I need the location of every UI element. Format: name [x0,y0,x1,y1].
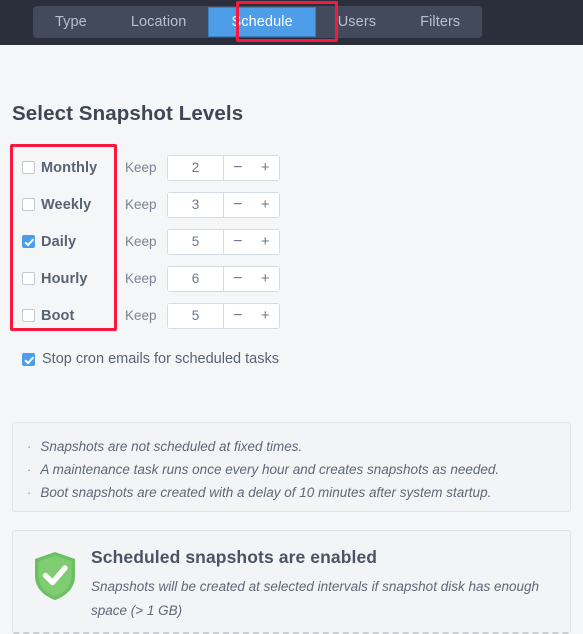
keep-increment-button-weekly[interactable]: + [251,192,279,217]
note-text: Boot snapshots are created with a delay … [40,485,492,500]
keep-value-monthly[interactable]: 2 [168,155,224,180]
checkbox-boot[interactable] [22,309,35,322]
keep-decrement-button-hourly[interactable]: − [224,266,252,291]
keep-decrement-button-daily[interactable]: − [224,229,252,254]
level-row: Monthly Keep 2− + [0,149,583,186]
tab-type[interactable]: Type [33,6,109,38]
tab-bar: Type Location Schedule Users Filters [0,0,583,42]
level-row: Boot Keep 5− + [0,297,583,334]
page-title: Select Snapshot Levels [12,102,244,125]
keep-stepper-daily: 5− + [167,228,280,255]
shield-check-icon [29,547,81,602]
note-text: A maintenance task runs once every hour … [40,462,500,477]
level-checkbox-row-daily[interactable]: Daily [22,234,76,250]
keep-label: Keep [125,271,157,286]
level-label-boot: Boot [41,307,75,324]
keep-decrement-button-boot[interactable]: − [224,303,252,328]
checkbox-hourly[interactable] [22,272,35,285]
tab-filters[interactable]: Filters [398,6,482,38]
keep-increment-button-monthly[interactable]: + [251,155,279,180]
level-label-daily: Daily [41,233,77,250]
keep-stepper-monthly: 2− + [167,154,280,181]
note-line: · A maintenance task runs once every hour… [27,458,556,481]
level-row: Daily Keep 5− + [0,223,583,260]
keep-decrement-button-monthly[interactable]: − [224,155,252,180]
keep-label: Keep [125,197,157,212]
keep-value-daily[interactable]: 5 [168,229,224,254]
keep-label: Keep [125,160,157,175]
header-underline [0,42,583,45]
checkbox-daily[interactable] [22,235,35,248]
level-row: Weekly Keep 3− + [0,186,583,223]
status-card: Scheduled snapshots are enabled Snapshot… [12,530,571,634]
checkbox-weekly[interactable] [22,198,35,211]
stop-cron-emails-label: Stop cron emails for scheduled tasks [42,351,279,367]
keep-label: Keep [125,308,157,323]
level-label-hourly: Hourly [41,270,88,287]
keep-value-hourly[interactable]: 6 [168,266,224,291]
level-label-weekly: Weekly [41,196,92,213]
stop-cron-emails-checkbox[interactable] [22,352,35,366]
keep-value-weekly[interactable]: 3 [168,192,224,217]
note-line: · Snapshots are not scheduled at fixed ti… [27,435,556,458]
level-checkbox-row-monthly[interactable]: Monthly [22,160,97,176]
note-line: · Boot snapshots are created with a delay… [27,481,556,504]
snapshot-levels-list: Monthly Keep 2− + Weekly Keep 3− + Daily Keep 5− + H… [0,149,583,334]
keep-increment-button-hourly[interactable]: + [251,266,279,291]
note-bullet-icon: · [27,439,32,454]
notes-card: · Snapshots are not scheduled at fixed ti… [12,422,571,512]
status-description: Snapshots will be created at selected in… [91,579,540,618]
tab-schedule[interactable]: Schedule [208,7,316,37]
keep-stepper-weekly: 3− + [167,191,280,218]
status-text-block: Scheduled snapshots are enabled Snapshot… [81,547,556,623]
keep-increment-button-daily[interactable]: + [251,229,279,254]
level-checkbox-row-hourly[interactable]: Hourly [22,271,88,287]
keep-stepper-hourly: 6− + [167,265,280,292]
checkbox-monthly[interactable] [22,161,35,174]
keep-label: Keep [125,234,157,249]
keep-increment-button-boot[interactable]: + [251,303,279,328]
tab-group: Type Location Schedule Users Filters [33,6,483,38]
stop-cron-emails-checkbox-row[interactable]: Stop cron emails for scheduled tasks [22,351,279,367]
status-title: Scheduled snapshots are enabled [91,547,378,567]
note-bullet-icon: · [27,462,32,477]
level-checkbox-row-weekly[interactable]: Weekly [22,197,91,213]
tab-users[interactable]: Users [316,6,398,38]
keep-stepper-boot: 5− + [167,302,280,329]
note-bullet-icon: · [27,485,32,500]
level-checkbox-row-boot[interactable]: Boot [22,308,74,324]
level-row: Hourly Keep 6− + [0,260,583,297]
level-label-monthly: Monthly [41,159,98,176]
note-text: Snapshots are not scheduled at fixed tim… [40,439,303,454]
keep-value-boot[interactable]: 5 [168,303,224,328]
keep-decrement-button-weekly[interactable]: − [224,192,252,217]
tab-location[interactable]: Location [109,6,209,38]
